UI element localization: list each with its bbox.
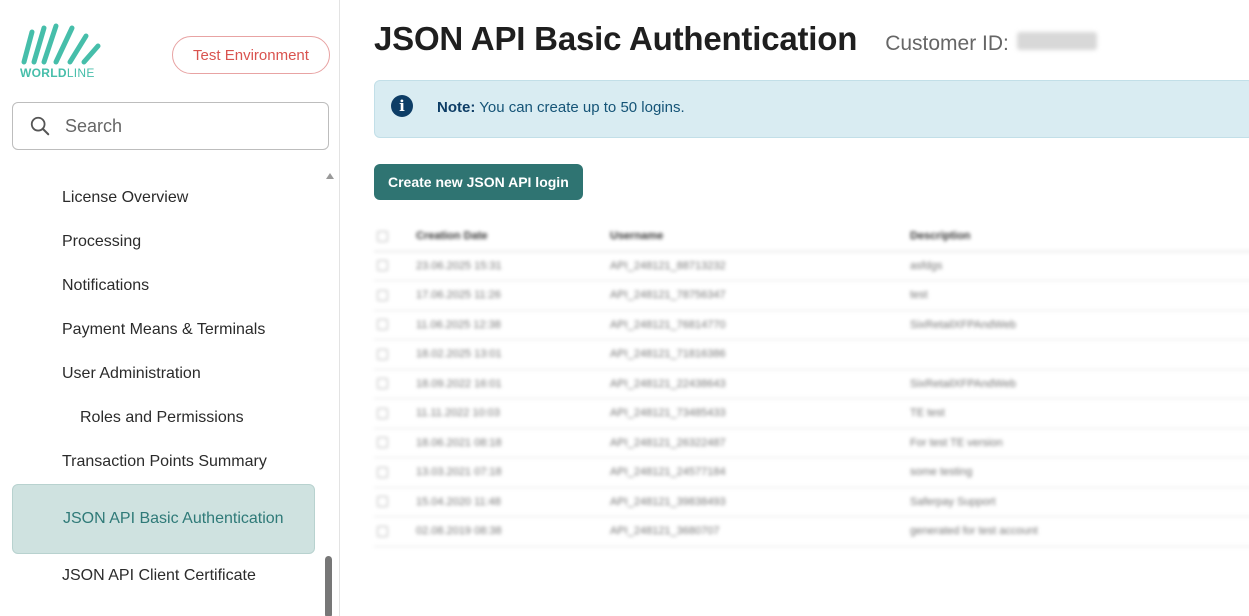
customer-id-label: Customer ID: bbox=[885, 32, 1009, 55]
table-header-row: Creation Date Username Description bbox=[374, 222, 1249, 252]
search-icon bbox=[30, 116, 50, 136]
worldline-logo-icon bbox=[21, 23, 101, 65]
sidebar-nav: License Overview Processing Notification… bbox=[0, 176, 320, 598]
logins-table: Creation Date Username Description 23.06… bbox=[374, 222, 1249, 547]
cell-description: For test TE version bbox=[910, 436, 1003, 449]
column-header-creation-date[interactable]: Creation Date bbox=[416, 230, 610, 242]
row-checkbox[interactable] bbox=[377, 260, 388, 272]
cell-username: API_248121_78756347 bbox=[610, 289, 726, 302]
table-row[interactable]: 23.06.2025 15:31 API_248121_88713232 asfdg… bbox=[374, 252, 1249, 281]
column-header-description[interactable]: Description bbox=[910, 230, 1210, 242]
table-row[interactable]: 17.06.2025 11:26 API_248121_78756347 test bbox=[374, 281, 1249, 311]
row-checkbox[interactable] bbox=[377, 466, 388, 478]
cell-username: API_248121_73485433 bbox=[610, 407, 726, 420]
page-title: JSON API Basic Authentication bbox=[374, 20, 858, 57]
cell-creation-date: 18.06.2021 08:18 bbox=[416, 436, 502, 449]
cell-creation-date: 11.11.2022 10:03 bbox=[416, 407, 501, 420]
row-checkbox[interactable] bbox=[377, 437, 388, 449]
table-row[interactable]: 02.08.2019 08:38 API_248121_3680707 genera… bbox=[374, 517, 1249, 547]
sidebar-item-payment-means-terminals[interactable]: Payment Means & Terminals bbox=[0, 308, 320, 352]
cell-username: API_248121_88713232 bbox=[610, 259, 726, 272]
sidebar-item-notifications[interactable]: Notifications bbox=[0, 264, 320, 308]
cell-description: asfdgs bbox=[910, 259, 943, 272]
sidebar-item-json-api-basic-authentication[interactable]: JSON API Basic Authentication bbox=[12, 484, 315, 554]
select-all-checkbox[interactable] bbox=[377, 230, 388, 242]
cell-username: API_248121_76814770 bbox=[610, 318, 726, 331]
info-note: i Note: You can create up to 50 logins. bbox=[374, 80, 1249, 138]
table-row[interactable]: 18.09.2022 16:01 API_248121_22438643 SixRe… bbox=[374, 370, 1249, 399]
create-json-api-login-button[interactable]: Create new JSON API login bbox=[374, 164, 583, 200]
logo-wordmark-bold: WORLD bbox=[20, 66, 67, 80]
app-window: WORLDLINE Test Environment License Overv… bbox=[0, 0, 1249, 616]
sidebar-item-license-overview[interactable]: License Overview bbox=[0, 176, 320, 220]
cell-username: API_248121_39838493 bbox=[610, 495, 726, 508]
cell-description: generated for test account bbox=[910, 525, 1038, 538]
cell-description: test bbox=[910, 289, 928, 302]
worldline-logo[interactable]: WORLDLINE bbox=[20, 22, 110, 82]
row-checkbox[interactable] bbox=[377, 319, 388, 331]
cell-creation-date: 18.09.2022 16:01 bbox=[416, 377, 502, 390]
cell-creation-date: 23.06.2025 15:31 bbox=[416, 259, 502, 272]
search-box[interactable] bbox=[12, 102, 329, 150]
table-row[interactable]: 15.04.2020 11:48 API_248121_39838493 Safer… bbox=[374, 488, 1249, 517]
cell-username: API_248121_26322487 bbox=[610, 436, 726, 449]
cell-username: API_248121_22438643 bbox=[610, 377, 726, 390]
table-row[interactable]: 18.06.2021 08:18 API_248121_26322487 For t… bbox=[374, 429, 1249, 458]
note-message: You can create up to 50 logins. bbox=[475, 98, 685, 116]
table-row[interactable]: 13.03.2021 07:18 API_248121_24577184 some … bbox=[374, 458, 1249, 488]
cell-creation-date: 15.04.2020 11:48 bbox=[416, 495, 501, 508]
row-checkbox[interactable] bbox=[377, 378, 388, 390]
table-row[interactable]: 11.11.2022 10:03 API_248121_73485433 TE te… bbox=[374, 399, 1249, 429]
sidebar-item-user-administration[interactable]: User Administration bbox=[0, 352, 320, 396]
table-row[interactable]: 11.06.2025 12:38 API_248121_76814770 SixRe… bbox=[374, 311, 1249, 340]
logo-wordmark: WORLDLINE bbox=[20, 66, 95, 80]
note-label: Note: bbox=[437, 98, 476, 116]
column-header-username[interactable]: Username bbox=[610, 230, 910, 242]
cell-description: SixRetailXFPAndWeb bbox=[910, 318, 1016, 331]
cell-description: Saferpay Support bbox=[910, 495, 996, 508]
cell-description: TE test bbox=[910, 407, 945, 420]
search-input[interactable] bbox=[65, 115, 285, 137]
sidebar-item-roles-and-permissions[interactable]: Roles and Permissions bbox=[0, 396, 320, 440]
sidebar: WORLDLINE Test Environment License Overv… bbox=[0, 0, 340, 616]
scroll-up-arrow-icon[interactable] bbox=[326, 173, 334, 179]
cell-creation-date: 17.06.2025 11:26 bbox=[416, 289, 501, 302]
cell-description: some testing bbox=[910, 466, 973, 479]
cell-username: API_248121_24577184 bbox=[610, 466, 726, 479]
customer-id-value-redacted bbox=[1016, 32, 1097, 50]
cell-description: SixRetailXFPAndWeb bbox=[910, 377, 1016, 390]
cell-username: API_248121_3680707 bbox=[610, 525, 720, 538]
page-header: JSON API Basic Authentication Customer I… bbox=[374, 20, 1097, 58]
sidebar-item-transaction-points-summary[interactable]: Transaction Points Summary bbox=[0, 440, 320, 484]
row-checkbox[interactable] bbox=[377, 496, 388, 508]
row-checkbox[interactable] bbox=[377, 289, 388, 301]
row-checkbox[interactable] bbox=[377, 348, 388, 360]
environment-badge: Test Environment bbox=[172, 36, 330, 74]
cell-creation-date: 02.08.2019 08:38 bbox=[416, 525, 502, 538]
cell-creation-date: 18.02.2025 13:01 bbox=[416, 348, 502, 361]
main-content: JSON API Basic Authentication Customer I… bbox=[374, 0, 1249, 616]
sidebar-item-processing[interactable]: Processing bbox=[0, 220, 320, 264]
note-text: Note: You can create up to 50 logins. bbox=[437, 99, 685, 116]
row-checkbox[interactable] bbox=[377, 525, 388, 537]
sidebar-item-json-api-client-certificate[interactable]: JSON API Client Certificate bbox=[0, 554, 320, 598]
cell-creation-date: 13.03.2021 07:18 bbox=[416, 466, 502, 479]
logo-wordmark-light: LINE bbox=[66, 66, 95, 80]
cell-username: API_248121_71816386 bbox=[610, 348, 726, 361]
table-row[interactable]: 18.02.2025 13:01 API_248121_71816386 bbox=[374, 340, 1249, 370]
info-icon: i bbox=[391, 95, 413, 117]
sidebar-scrollbar-thumb[interactable] bbox=[325, 556, 332, 616]
row-checkbox[interactable] bbox=[377, 407, 388, 419]
cell-creation-date: 11.06.2025 12:38 bbox=[416, 318, 501, 331]
